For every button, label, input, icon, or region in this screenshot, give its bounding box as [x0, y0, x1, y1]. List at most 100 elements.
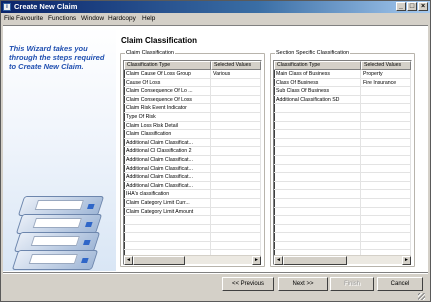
table-row[interactable]: [274, 207, 411, 217]
cell-selected-value[interactable]: [211, 121, 261, 130]
cell-selected-value[interactable]: Fire Insurance: [361, 78, 411, 87]
cell-selected-value[interactable]: [361, 104, 411, 112]
table-row[interactable]: [124, 216, 261, 225]
column-header-selected-values[interactable]: Selected Values: [211, 61, 261, 70]
cell-selected-value[interactable]: [361, 181, 411, 190]
table-row[interactable]: [124, 224, 261, 234]
scroll-left-icon[interactable]: ◄: [124, 256, 133, 265]
table-row[interactable]: [274, 164, 411, 174]
cell-selected-value[interactable]: [361, 173, 411, 181]
column-header-classification-type[interactable]: Classification Type: [274, 61, 361, 70]
finish-button[interactable]: Finish: [330, 277, 374, 291]
cell-selected-value[interactable]: [211, 216, 261, 224]
table-row[interactable]: [274, 121, 411, 131]
table-row[interactable]: Additional Claim Classificat...: [124, 173, 261, 182]
section-table-hscrollbar[interactable]: ◄ ►: [274, 255, 411, 265]
table-row[interactable]: Claim Consequence Of Loss: [124, 95, 261, 105]
table-row[interactable]: [274, 147, 411, 156]
table-row[interactable]: [274, 233, 411, 242]
table-row[interactable]: [274, 198, 411, 208]
cell-selected-value[interactable]: [361, 224, 411, 233]
cell-selected-value[interactable]: [361, 198, 411, 207]
resize-grip-icon[interactable]: [418, 293, 425, 300]
scroll-right-icon[interactable]: ►: [252, 256, 261, 265]
table-row[interactable]: Type Of Risk: [124, 112, 261, 122]
table-row[interactable]: [274, 155, 411, 165]
cell-selected-value[interactable]: [361, 233, 411, 241]
cell-selected-value[interactable]: [211, 104, 261, 112]
table-row[interactable]: [274, 130, 411, 139]
cell-selected-value[interactable]: Various: [211, 70, 261, 78]
cell-selected-value[interactable]: [211, 87, 261, 95]
section-classification-table[interactable]: Classification Type Selected Values Main…: [273, 60, 412, 265]
table-row[interactable]: Additional Claim Classificat...: [124, 138, 261, 148]
menu-window[interactable]: Window: [81, 14, 104, 23]
cell-selected-value[interactable]: [361, 155, 411, 164]
table-row[interactable]: Claim Category Limit Amount: [124, 207, 261, 217]
cell-selected-value[interactable]: [361, 95, 411, 104]
cell-selected-value[interactable]: [361, 130, 411, 138]
table-row[interactable]: [274, 190, 411, 199]
cell-selected-value[interactable]: [211, 241, 261, 250]
cell-selected-value[interactable]: [211, 112, 261, 121]
cell-selected-value[interactable]: [361, 241, 411, 250]
table-row[interactable]: Claim Category Limit Curr...: [124, 198, 261, 208]
cell-selected-value[interactable]: [361, 147, 411, 155]
scroll-thumb[interactable]: [133, 256, 185, 265]
table-row[interactable]: Claim Cause Of Loss Group Various: [124, 70, 261, 79]
table-row[interactable]: Additional Claim Classificat...: [124, 181, 261, 191]
cell-selected-value[interactable]: [211, 224, 261, 233]
table-row[interactable]: Additional Claim Classificat...: [124, 164, 261, 174]
table-row[interactable]: Main Class of Business Property: [274, 70, 411, 79]
table-row[interactable]: Additional Classification SD: [274, 95, 411, 105]
table-row[interactable]: [274, 104, 411, 113]
menu-file[interactable]: File: [4, 14, 14, 23]
cell-selected-value[interactable]: [211, 147, 261, 155]
table-row[interactable]: [274, 173, 411, 182]
cancel-button[interactable]: Cancel: [377, 277, 423, 291]
table-row[interactable]: Claim Loss Risk Detail: [124, 121, 261, 131]
table-row[interactable]: [274, 112, 411, 122]
cell-selected-value[interactable]: [361, 138, 411, 147]
menu-favourite[interactable]: Favourite: [16, 14, 43, 23]
maximize-button[interactable]: □: [407, 2, 417, 11]
cell-selected-value[interactable]: [361, 112, 411, 121]
table-row[interactable]: Claim Consequence Of Lo ...: [124, 87, 261, 96]
cell-selected-value[interactable]: [211, 78, 261, 87]
table-row[interactable]: [274, 224, 411, 234]
cell-selected-value[interactable]: [211, 95, 261, 104]
scroll-right-icon[interactable]: ►: [402, 256, 411, 265]
table-row[interactable]: Sub Class Of Business: [274, 87, 411, 96]
table-row[interactable]: Additional Claim Classificat...: [124, 155, 261, 165]
table-row[interactable]: Additional Cl Classification 2: [124, 147, 261, 156]
next-button[interactable]: Next >>: [278, 277, 328, 291]
cell-selected-value[interactable]: [211, 164, 261, 173]
menu-functions[interactable]: Functions: [48, 14, 76, 23]
column-header-classification-type[interactable]: Classification Type: [124, 61, 211, 70]
cell-selected-value[interactable]: [361, 164, 411, 173]
cell-selected-value[interactable]: [361, 87, 411, 95]
cell-selected-value[interactable]: [211, 233, 261, 241]
claim-classification-table[interactable]: Classification Type Selected Values Clai…: [123, 60, 262, 265]
cell-selected-value[interactable]: [211, 138, 261, 147]
cell-selected-value[interactable]: [361, 207, 411, 216]
cell-selected-value[interactable]: [361, 121, 411, 130]
table-row[interactable]: Claim Classification: [124, 130, 261, 139]
previous-button[interactable]: << Previous: [222, 277, 274, 291]
table-row[interactable]: [274, 181, 411, 191]
table-row[interactable]: IHA's classification: [124, 190, 261, 199]
table-row[interactable]: [274, 138, 411, 148]
scroll-left-icon[interactable]: ◄: [274, 256, 283, 265]
table-row[interactable]: [274, 216, 411, 225]
table-row[interactable]: [124, 233, 261, 242]
table-row[interactable]: Class Of Business Fire Insurance: [274, 78, 411, 88]
scroll-thumb[interactable]: [283, 256, 347, 265]
cell-selected-value[interactable]: [361, 190, 411, 198]
cell-selected-value[interactable]: [211, 190, 261, 198]
claim-table-hscrollbar[interactable]: ◄ ►: [124, 255, 261, 265]
table-row[interactable]: [124, 241, 261, 251]
cell-selected-value[interactable]: [211, 155, 261, 164]
cell-selected-value[interactable]: [211, 173, 261, 181]
cell-selected-value[interactable]: [361, 216, 411, 224]
cell-selected-value[interactable]: [211, 207, 261, 216]
